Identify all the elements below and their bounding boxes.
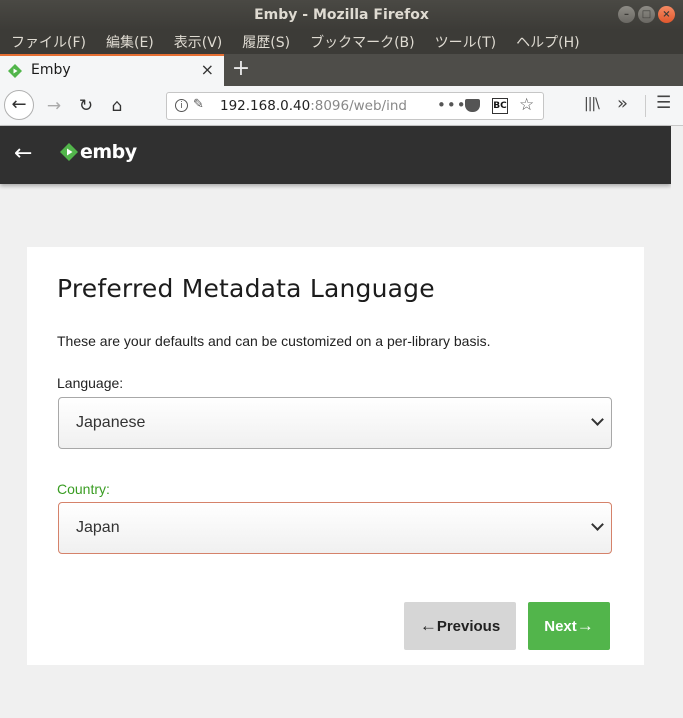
emby-favicon-icon	[8, 64, 22, 78]
page-actions-icon[interactable]: •••	[437, 96, 467, 114]
url-path: :8096/web/ind	[310, 98, 407, 114]
country-label: Country:	[57, 481, 110, 497]
url-host: 192.168.0.40	[220, 98, 311, 114]
menu-edit[interactable]: 編集(E)	[99, 32, 161, 52]
language-select-value: Japanese	[76, 414, 146, 431]
arrow-right-icon: →	[576, 616, 594, 635]
tab-emby[interactable]: Emby ×	[0, 54, 224, 86]
arrow-left-icon: ←	[419, 616, 437, 635]
overflow-chevron-icon[interactable]: »	[617, 93, 628, 114]
wizard-description: These are your defaults and can be custo…	[57, 333, 491, 349]
language-label: Language:	[57, 375, 124, 391]
close-icon[interactable]: ×	[658, 6, 675, 23]
chevron-down-icon	[591, 413, 604, 426]
back-button[interactable]: ←	[4, 90, 34, 120]
site-info-icon[interactable]: i	[175, 99, 188, 112]
forward-button[interactable]: →	[40, 92, 68, 120]
next-button[interactable]: Next→	[528, 602, 610, 650]
menu-history[interactable]: 履歴(S)	[235, 32, 297, 52]
url-bar[interactable]: i ✎ 192.168.0.40:8096/web/ind ••• BC ☆	[166, 92, 544, 120]
maximize-icon[interactable]: □	[638, 6, 655, 23]
menu-view[interactable]: 表示(V)	[167, 32, 230, 52]
home-button[interactable]: ⌂	[103, 92, 131, 120]
emby-brand: emby	[80, 141, 137, 163]
language-select[interactable]: Japanese	[58, 397, 612, 449]
minimize-icon[interactable]: –	[618, 6, 635, 23]
previous-label: Previous	[436, 618, 501, 635]
previous-button[interactable]: ←Previous	[404, 602, 516, 650]
tab-title: Emby	[31, 62, 71, 78]
page-title: Preferred Metadata Language	[57, 274, 435, 303]
extension-bc-icon[interactable]: BC	[492, 98, 508, 114]
page-scrollbar[interactable]	[671, 126, 683, 718]
emby-back-arrow-icon[interactable]: ←	[14, 140, 32, 168]
library-icon[interactable]: |||\	[584, 96, 600, 112]
tab-close-icon[interactable]: ×	[201, 60, 214, 79]
menu-tools[interactable]: ツール(T)	[428, 32, 503, 52]
next-label: Next	[544, 618, 577, 635]
window-title: Emby - Mozilla Firefox	[254, 7, 429, 23]
emby-header: ← emby	[0, 126, 671, 184]
menu-help[interactable]: ヘルプ(H)	[509, 32, 586, 52]
menu-file[interactable]: ファイル(F)	[4, 32, 93, 52]
tab-strip: Emby × +	[0, 54, 683, 86]
emby-logo-icon	[60, 143, 78, 161]
pocket-icon[interactable]	[465, 99, 480, 112]
chevron-down-icon	[591, 518, 604, 531]
url-text[interactable]: 192.168.0.40:8096/web/ind	[220, 98, 430, 114]
reload-button[interactable]: ↻	[72, 92, 100, 120]
menu-bookmarks[interactable]: ブックマーク(B)	[303, 32, 422, 52]
hamburger-menu-icon[interactable]: ☰	[656, 93, 671, 113]
country-select-value: Japan	[76, 519, 120, 536]
country-select[interactable]: Japan	[58, 502, 612, 554]
window-titlebar: Emby - Mozilla Firefox – □ ×	[0, 0, 683, 30]
permissions-icon[interactable]: ✎	[193, 97, 204, 112]
wizard-card: Preferred Metadata Language These are yo…	[27, 247, 644, 665]
bookmark-star-icon[interactable]: ☆	[519, 95, 534, 115]
nav-bar: ← → ↻ ⌂ i ✎ 192.168.0.40:8096/web/ind ••…	[0, 86, 683, 126]
toolbar-separator	[645, 95, 646, 117]
new-tab-button[interactable]: +	[228, 55, 254, 83]
window-controls: – □ ×	[618, 6, 675, 23]
menu-bar: ファイル(F) 編集(E) 表示(V) 履歴(S) ブックマーク(B) ツール(…	[0, 30, 683, 54]
